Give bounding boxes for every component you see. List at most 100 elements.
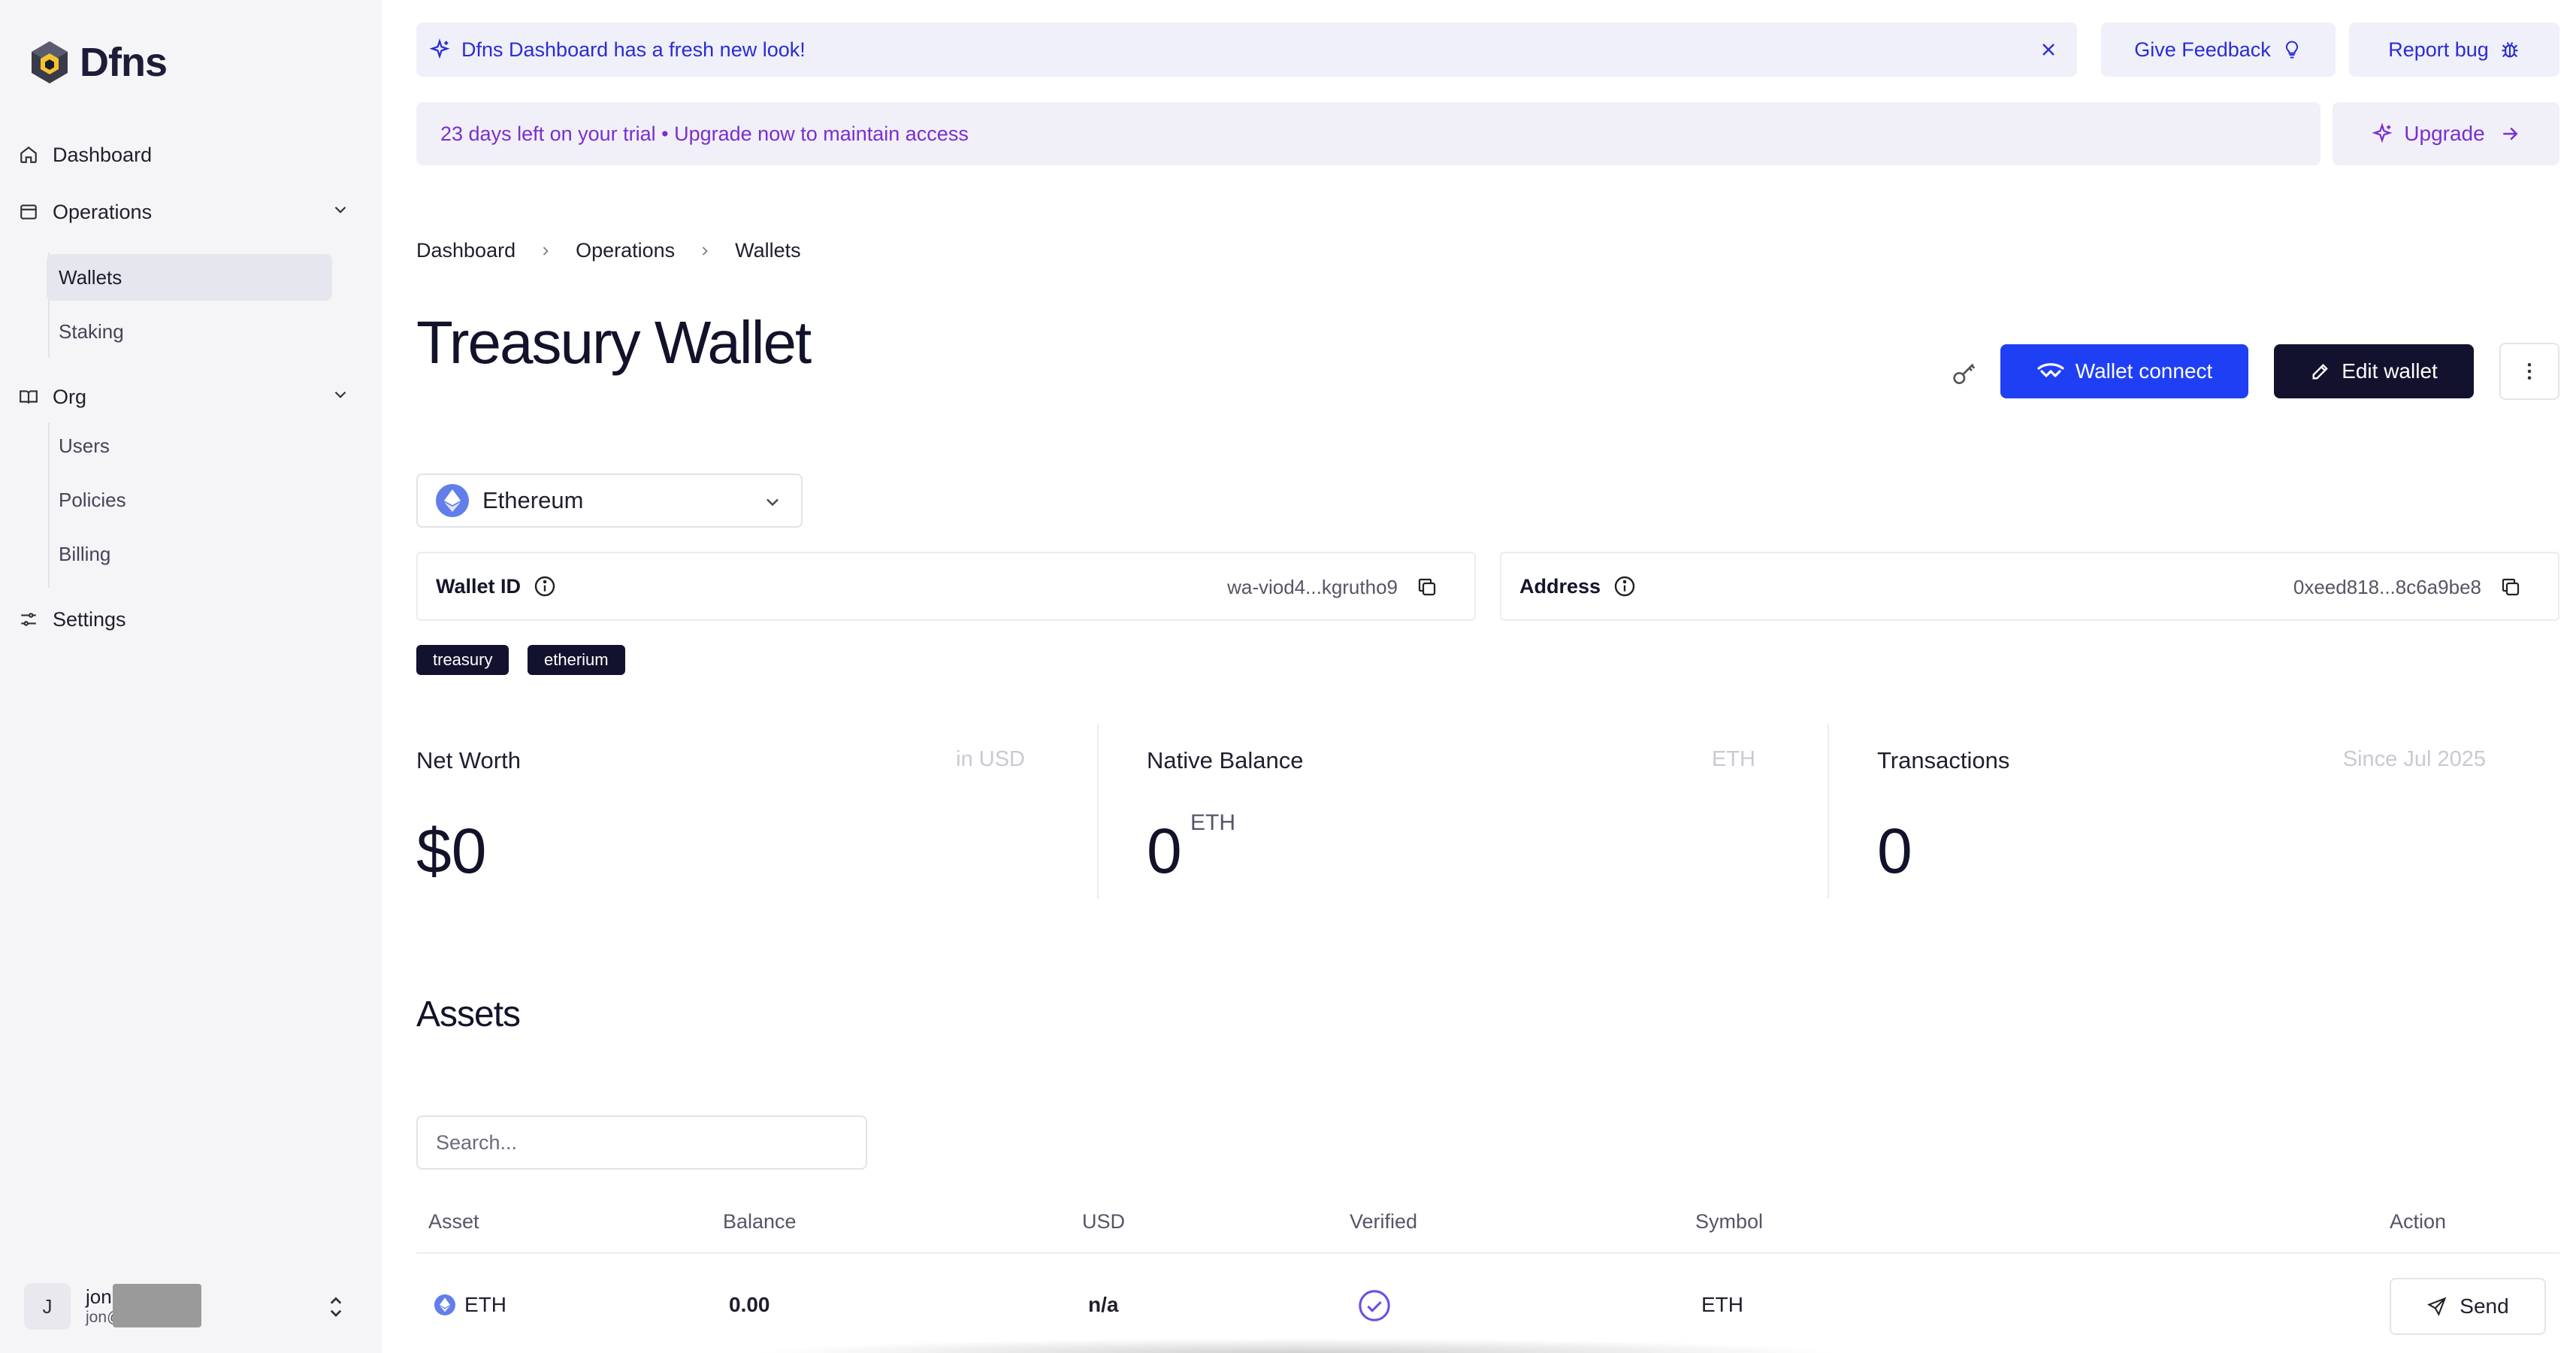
nav-org[interactable]: Org [18, 374, 86, 419]
wallet-id-copy[interactable]: wa-viod4...kgrutho9 [1209, 562, 1456, 612]
net-worth-value: $0 [416, 816, 487, 886]
user-menu[interactable]: J jon@dfns.co jon@dfns.co [24, 1278, 355, 1335]
usd-cell: n/a [1088, 1293, 1119, 1316]
column-header-action: Action [2390, 1210, 2447, 1233]
lightbulb-icon [2285, 41, 2298, 59]
bottom-shadow [751, 1338, 1841, 1353]
sidebar-item-billing[interactable]: Billing [47, 531, 332, 577]
net-worth-hint: in USD [956, 747, 1025, 771]
transactions-value: 0 [1877, 816, 1912, 886]
symbol-cell: ETH [1701, 1293, 1743, 1316]
wallet-id-value: wa-viod4...kgrutho9 [1227, 575, 1398, 598]
chevron-down-icon[interactable] [331, 200, 353, 222]
info-icon[interactable] [533, 574, 557, 598]
bug-icon [2502, 42, 2518, 58]
column-header-asset: Asset [428, 1210, 479, 1233]
settings-sliders-icon [18, 609, 39, 630]
more-vertical-icon [2527, 363, 2532, 380]
more-options-button[interactable] [2499, 343, 2559, 400]
address-box: Address 0xeed818...8c6a9be8 [1500, 552, 2559, 621]
pencil-icon [2312, 364, 2329, 380]
walletconnect-icon [2037, 363, 2064, 377]
wallet-id-label: Wallet ID [436, 574, 522, 598]
wallet-id-box: Wallet ID wa-viod4...kgrutho9 [416, 552, 1476, 621]
native-balance-hint: ETH [1712, 747, 1755, 771]
tag-treasury[interactable]: treasury [416, 645, 509, 675]
wallet-connect-label: Wallet connect [2075, 359, 2213, 383]
verified-check-icon [1357, 1288, 1392, 1323]
breadcrumb-dashboard[interactable]: Dashboard [416, 239, 516, 262]
chevron-right-icon [697, 244, 712, 259]
sidebar-item-policies[interactable]: Policies [47, 477, 332, 523]
net-worth-title: Net Worth [416, 747, 521, 773]
edit-wallet-label: Edit wallet [2342, 359, 2438, 383]
upgrade-label: Upgrade [2404, 122, 2485, 145]
nav-org-label: Org [53, 385, 87, 408]
announcement-banner: Dfns Dashboard has a fresh new look! [416, 23, 2077, 77]
nav-operations[interactable]: Operations [18, 189, 152, 235]
info-icon[interactable] [1613, 574, 1637, 598]
book-icon [18, 386, 39, 407]
arrow-right-icon [2502, 127, 2518, 141]
sidebar-item-users[interactable]: Users [47, 422, 332, 469]
operations-icon [18, 201, 39, 222]
wallet-connect-button[interactable]: Wallet connect [2000, 344, 2248, 398]
breadcrumb-operations[interactable]: Operations [576, 239, 675, 262]
app-name: Dfns [80, 40, 168, 85]
dfns-logo-icon [32, 41, 68, 83]
report-bug-button[interactable]: Report bug [2349, 23, 2559, 77]
assets-title: Assets [416, 994, 521, 1034]
sidebar-item-wallets[interactable]: Wallets [47, 254, 332, 301]
dfns-logo[interactable]: Dfns [30, 39, 168, 86]
upgrade-button[interactable]: Upgrade [2333, 102, 2559, 165]
send-button[interactable]: Send [2390, 1278, 2546, 1335]
sidebar-item-staking[interactable]: Staking [47, 308, 332, 355]
stat-divider [1828, 725, 1829, 899]
chevron-right-icon [538, 244, 553, 259]
column-header-verified: Verified [1350, 1210, 1418, 1233]
native-balance-title: Native Balance [1147, 747, 1304, 773]
transactions-title: Transactions [1877, 747, 2010, 773]
nav-dashboard[interactable]: Dashboard [18, 132, 152, 177]
copy-icon[interactable] [1416, 576, 1438, 598]
network-select-value: Ethereum [482, 487, 584, 513]
sparkle-icon [2372, 123, 2393, 144]
report-bug-label: Report bug [2388, 38, 2489, 61]
chevrons-up-down-icon[interactable] [325, 1293, 347, 1320]
network-select[interactable]: Ethereum [416, 474, 803, 528]
native-balance-card: Native Balance ETH 0 ETH [1147, 725, 1755, 899]
send-label: Send [2460, 1294, 2509, 1318]
search-input[interactable] [436, 1131, 866, 1155]
column-header-balance: Balance [723, 1210, 797, 1233]
sidebar: Dfns Dashboard Operations Wallets Stakin… [0, 0, 382, 1353]
give-feedback-button[interactable]: Give Feedback [2101, 23, 2336, 77]
native-balance-value: 0 [1147, 816, 1182, 886]
nav-dashboard-label: Dashboard [53, 143, 153, 166]
net-worth-card: Net Worth in USD $0 [416, 725, 1025, 899]
asset-cell: ETH [434, 1293, 506, 1317]
trial-banner[interactable]: 23 days left on your trial • Upgrade now… [416, 102, 2321, 165]
chevron-down-icon [762, 492, 783, 513]
breadcrumb-wallets[interactable]: Wallets [735, 239, 801, 262]
balance-cell: 0.00 [729, 1293, 770, 1316]
address-copy[interactable]: 0xeed818...8c6a9be8 [2275, 562, 2540, 612]
column-header-usd: USD [1082, 1210, 1126, 1233]
send-icon [2427, 1297, 2447, 1316]
address-value: 0xeed818...8c6a9be8 [2293, 575, 2481, 598]
assets-search[interactable] [416, 1115, 867, 1170]
transactions-hint: Since Jul 2025 [2342, 747, 2486, 771]
tag-etherium[interactable]: etherium [528, 645, 625, 675]
native-balance-unit: ETH [1190, 810, 1235, 835]
edit-wallet-button[interactable]: Edit wallet [2274, 344, 2474, 398]
close-icon[interactable] [2038, 39, 2059, 60]
sparkle-icon [428, 38, 451, 61]
copy-icon[interactable] [2499, 576, 2522, 598]
column-header-symbol: Symbol [1695, 1210, 1764, 1233]
chevron-down-icon[interactable] [331, 385, 353, 407]
home-icon [18, 144, 39, 165]
asset-name: ETH [464, 1293, 506, 1316]
key-icon[interactable] [1949, 359, 1979, 389]
transactions-card: Transactions Since Jul 2025 0 [1877, 725, 2486, 899]
avatar: J [24, 1283, 71, 1330]
nav-settings[interactable]: Settings [18, 597, 126, 642]
